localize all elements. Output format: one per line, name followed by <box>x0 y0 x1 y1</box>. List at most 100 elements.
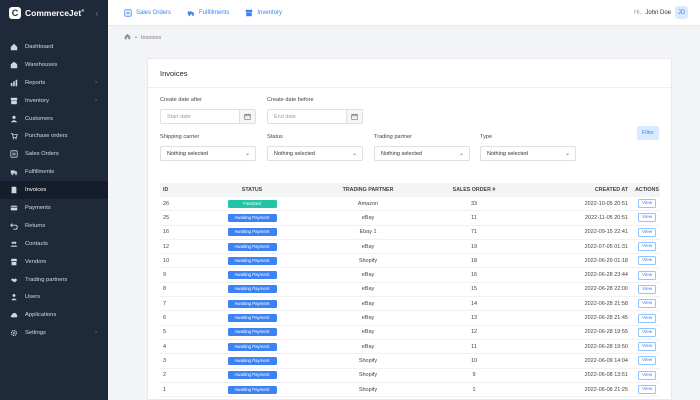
table-body: 26 Finalized Amazon 33 2022-10-05 20:51 View 2… <box>160 197 660 398</box>
view-button[interactable]: View <box>638 284 656 294</box>
avatar[interactable]: JD <box>675 6 688 19</box>
cell-status: Awaiting Payment <box>202 356 302 365</box>
cell-partner: Amazon <box>357 200 379 207</box>
cell-id: 2 <box>163 372 167 379</box>
view-button[interactable]: View <box>638 256 656 266</box>
view-button[interactable]: View <box>638 213 656 223</box>
view-button[interactable]: View <box>638 356 656 366</box>
sidebar-item-sales-orders[interactable]: Sales Orders <box>0 145 108 163</box>
cell-created: 2022-06-08 21:25 <box>584 386 628 393</box>
sidebar-item-purchase-orders[interactable]: Purchase orders <box>0 127 108 145</box>
view-button[interactable]: View <box>638 299 656 309</box>
sidebar-item-settings[interactable]: Settings › <box>0 324 108 342</box>
sidebar-item-label: Settings <box>25 330 46 337</box>
table-row: 26 Finalized Amazon 33 2022-10-05 20:51 View <box>160 197 660 212</box>
created-after-input[interactable]: Start date <box>160 109 256 124</box>
header-partner[interactable]: TRADING PARTNER <box>302 187 434 193</box>
sidebar-item-dashboard[interactable]: Dashboard <box>0 38 108 56</box>
sidebar-item-trading-partners[interactable]: Trading partners <box>0 271 108 289</box>
top-link-inventory[interactable]: Inventory <box>245 9 282 17</box>
sidebar-item-fulfillments[interactable]: Fulfillments <box>0 163 108 181</box>
sidebar-item-users[interactable]: Users <box>0 288 108 306</box>
status-badge: Awaiting Payment <box>227 328 277 337</box>
sidebar-item-payments[interactable]: Payments <box>0 199 108 217</box>
sales-icon <box>124 8 132 17</box>
commercejet-logo-icon: C <box>9 7 21 19</box>
view-button[interactable]: View <box>638 199 656 209</box>
top-link-fulfillments[interactable]: Fulfillments <box>187 9 229 17</box>
cell-created: 2022-07-05 01:31 <box>584 243 628 250</box>
view-button[interactable]: View <box>638 342 656 352</box>
calendar-icon[interactable] <box>346 110 362 123</box>
invoices-table: ID STATUS TRADING PARTNER SALES ORDER # … <box>160 183 660 398</box>
topbar: Sales Orders Fulfillments Inventory Hi, Jo… <box>108 0 700 26</box>
carrier-select[interactable]: Nothing selected ⌄ <box>160 146 256 161</box>
type-select[interactable]: Nothing selected ⌄ <box>480 146 576 161</box>
truck-icon <box>187 9 195 17</box>
status-select[interactable]: Nothing selected ⌄ <box>267 146 363 161</box>
view-button[interactable]: View <box>638 385 656 394</box>
brand[interactable]: C CommerceJet® ‹ <box>0 0 108 26</box>
header-status[interactable]: STATUS <box>202 187 302 193</box>
cell-sales-order: 10 <box>470 357 478 364</box>
header-created[interactable]: CREATED AT <box>514 187 634 193</box>
sidebar-item-vendors[interactable]: Vendors <box>0 253 108 271</box>
cell-sales-order: 33 <box>470 200 478 207</box>
header-sales-order[interactable]: SALES ORDER # <box>434 187 514 193</box>
handshake-icon <box>10 276 18 284</box>
table-row: 12 Awaiting Payment eBay 19 2022-07-05 01:31… <box>160 240 660 255</box>
cell-sales-order: 15 <box>470 286 478 293</box>
sidebar-item-label: Dashboard <box>25 43 54 50</box>
cell-actions: View <box>634 256 660 266</box>
cell-id: 9 <box>163 272 167 279</box>
sidebar-item-inventory[interactable]: Inventory › <box>0 92 108 110</box>
type-value: Nothing selected <box>487 150 528 157</box>
partner-select[interactable]: Nothing selected ⌄ <box>374 146 470 161</box>
sidebar-item-invoices[interactable]: Invoices <box>0 181 108 200</box>
breadcrumb-separator: • <box>135 34 137 41</box>
sidebar-item-reports[interactable]: Reports › <box>0 74 108 92</box>
cell-created: 2022-06-08 13:51 <box>584 372 628 379</box>
sidebar-item-applications[interactable]: Applications <box>0 306 108 324</box>
cart-icon <box>10 132 18 140</box>
view-button[interactable]: View <box>638 227 656 237</box>
created-before-input[interactable]: End date <box>267 109 363 124</box>
cell-partner: eBay <box>361 243 375 250</box>
user-menu[interactable]: Hi, John Doe JD <box>634 6 688 19</box>
sidebar-item-label: Invoices <box>25 187 47 194</box>
filter-button[interactable]: Filter <box>637 126 659 140</box>
dashboard-icon <box>10 43 18 51</box>
invoices-card: Invoices Create date after Start date Cr… <box>147 58 672 400</box>
home-icon[interactable] <box>124 33 131 42</box>
calendar-icon[interactable] <box>239 110 255 123</box>
cell-sales-order: 71 <box>470 229 478 236</box>
sidebar-item-label: Payments <box>25 204 51 211</box>
chevron-right-icon: › <box>95 79 97 86</box>
sidebar-item-returns[interactable]: Returns <box>0 217 108 235</box>
sidebar-item-customers[interactable]: Customers <box>0 110 108 128</box>
view-button[interactable]: View <box>638 270 656 280</box>
table-row: 1 Awaiting Payment Shopify 1 2022-06-08 21:2… <box>160 383 660 398</box>
status-badge: Awaiting Payment <box>227 314 277 323</box>
view-button[interactable]: View <box>638 327 656 337</box>
chevron-down-icon: ⌄ <box>351 151 357 157</box>
sidebar-item-label: Purchase orders <box>25 133 68 140</box>
top-link-sales-orders[interactable]: Sales Orders <box>124 8 172 17</box>
cell-status: Awaiting Payment <box>202 256 302 265</box>
cell-sales-order: 11 <box>471 214 477 221</box>
status-badge: Awaiting Payment <box>227 285 277 294</box>
status-badge: Awaiting Payment <box>227 356 277 365</box>
view-button[interactable]: View <box>638 242 656 252</box>
cell-id: 4 <box>163 343 167 350</box>
top-link-label: Sales Orders <box>136 9 172 16</box>
collapse-sidebar-icon[interactable]: ‹ <box>95 9 98 18</box>
sidebar-item-label: Contacts <box>25 240 48 247</box>
view-button[interactable]: View <box>638 370 656 380</box>
created-after-label: Create date after <box>160 97 202 103</box>
created-before-placeholder: End date <box>274 113 297 120</box>
view-button[interactable]: View <box>638 313 656 323</box>
table-header: ID STATUS TRADING PARTNER SALES ORDER # … <box>160 183 660 197</box>
header-id[interactable]: ID <box>160 187 202 193</box>
sidebar-item-contacts[interactable]: Contacts <box>0 235 108 253</box>
sidebar-item-warehouses[interactable]: Warehouses <box>0 56 108 74</box>
